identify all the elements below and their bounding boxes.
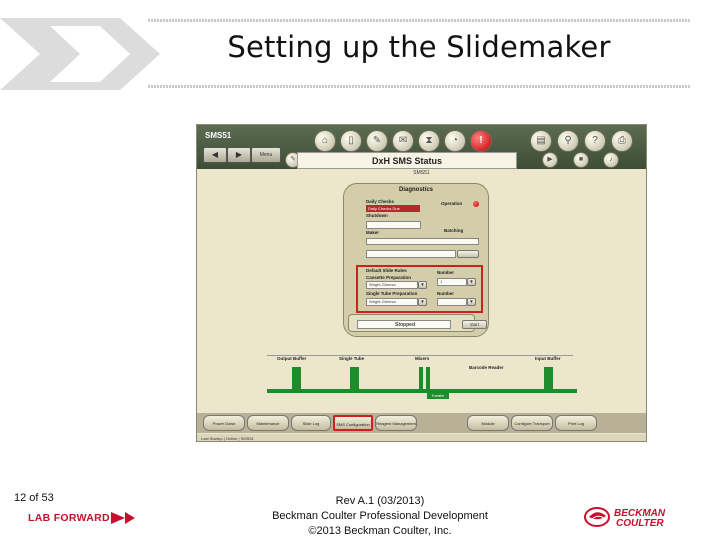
track-label-output-buffer: Output Buffer — [277, 356, 307, 361]
help-icon[interactable]: ? — [584, 130, 606, 152]
alert-icon[interactable]: ! — [470, 130, 492, 152]
edit-icon[interactable]: ✎ — [366, 130, 388, 152]
track-station-mixer-2 — [426, 367, 430, 389]
diagnostics-heading: Diagnostics — [398, 187, 433, 193]
operation-status-led — [473, 201, 479, 207]
hourglass-icon[interactable]: ⧗ — [418, 130, 440, 152]
sms-status-screenshot: SMS51 ◀ ▶ Menu ✎ ⌂ ▯ ✎ ✉ ⧗ ◔ ! ▤ ⚲ ? ⎙ ▶… — [196, 124, 647, 442]
sms-configuration-button[interactable]: SMS Configuration — [333, 415, 373, 431]
search-icon[interactable]: ⚲ — [557, 130, 579, 152]
shutdown-field[interactable] — [366, 221, 421, 229]
lab-forward-brand: LAB FORWARD — [28, 512, 110, 524]
track-station-input-buffer — [544, 367, 553, 389]
daily-checks-label: Daily Checks — [366, 199, 395, 204]
batching-label: Batching — [444, 228, 464, 233]
lab-forward-arrow-icon — [111, 512, 125, 524]
maker-edit-button[interactable] — [457, 250, 479, 258]
status-subtitle: SMS51 — [413, 170, 430, 176]
track-station-single-tube — [350, 367, 359, 389]
lab-forward-arrow-tip-icon — [125, 512, 135, 524]
track-label-barcode-reader: Barcode Reader — [469, 365, 504, 370]
footer-department: Beckman Coulter Professional Development — [272, 510, 488, 522]
track-station-mixer-1 — [419, 367, 423, 389]
configure-transport-button[interactable]: Configure Transport — [511, 415, 553, 431]
svg-text:COULTER: COULTER — [616, 518, 664, 529]
track-label-single-tube: Single Tube — [339, 356, 365, 361]
mail-icon[interactable]: ✉ — [392, 130, 414, 152]
slide-title: Setting up the Slidemaker — [227, 30, 611, 64]
beckman-coulter-logo: BECKMAN COULTER — [584, 507, 666, 529]
maker-label: Maker — [366, 230, 380, 235]
operation-label: Operation — [441, 201, 463, 206]
back-button[interactable]: ◀ — [203, 147, 227, 163]
reagent-management-button[interactable]: Reagent Management — [375, 415, 417, 431]
speaker-icon[interactable]: ♪ — [603, 152, 619, 168]
forward-button[interactable]: ▶ — [227, 147, 251, 163]
state-field: Stopped — [357, 320, 451, 329]
maker-field-1[interactable] — [366, 238, 479, 245]
door-icon[interactable]: ▯ — [340, 130, 362, 152]
page-number: 12 of 53 — [14, 492, 54, 504]
start-button[interactable]: start — [462, 320, 487, 329]
track-label-mixers: Mixers — [415, 356, 430, 361]
home-icon[interactable]: ⌂ — [314, 130, 336, 152]
status-bar: Last Startup | Online | SMS51 — [197, 434, 646, 441]
print-icon[interactable]: ⎙ — [611, 130, 633, 152]
top-dotted-rule — [148, 19, 690, 22]
bottom-dotted-rule — [148, 85, 690, 88]
track-rail — [267, 389, 577, 393]
slide-log-button[interactable]: Slide Log — [291, 415, 331, 431]
track-transfer-label: Transfer — [427, 393, 449, 399]
play-icon[interactable]: ▶ — [542, 152, 558, 168]
shutdown-label: Shutdown — [366, 213, 388, 218]
maintenance-button[interactable]: Maintenance — [247, 415, 289, 431]
stop-icon[interactable]: ■ — [573, 152, 589, 168]
default-slide-rules-highlight — [356, 265, 483, 313]
print-log-button[interactable]: Print Log — [555, 415, 597, 431]
system-id: SMS51 — [205, 131, 232, 140]
daily-checks-badge: Daily Checks Due — [366, 205, 420, 212]
footer-copyright: ©2013 Beckman Coulter, Inc. — [308, 525, 452, 537]
status-title: DxH SMS Status — [371, 156, 442, 166]
status-title-bar: DxH SMS Status — [297, 152, 517, 169]
track-label-input-buffer: Input Buffer — [535, 356, 561, 361]
maker-field-2[interactable] — [366, 250, 456, 258]
printer-icon[interactable]: ▤ — [530, 130, 552, 152]
menu-button[interactable]: Menu — [251, 147, 281, 163]
track-station-output-buffer — [292, 367, 301, 389]
module-button[interactable]: Module — [467, 415, 509, 431]
footer-text: Rev A.1 (03/2013) Beckman Coulter Profes… — [220, 494, 540, 539]
footer-revision: Rev A.1 (03/2013) — [335, 495, 425, 507]
gauge-icon[interactable]: ◔ — [444, 130, 466, 152]
power-down-button[interactable]: Power Down — [203, 415, 245, 431]
